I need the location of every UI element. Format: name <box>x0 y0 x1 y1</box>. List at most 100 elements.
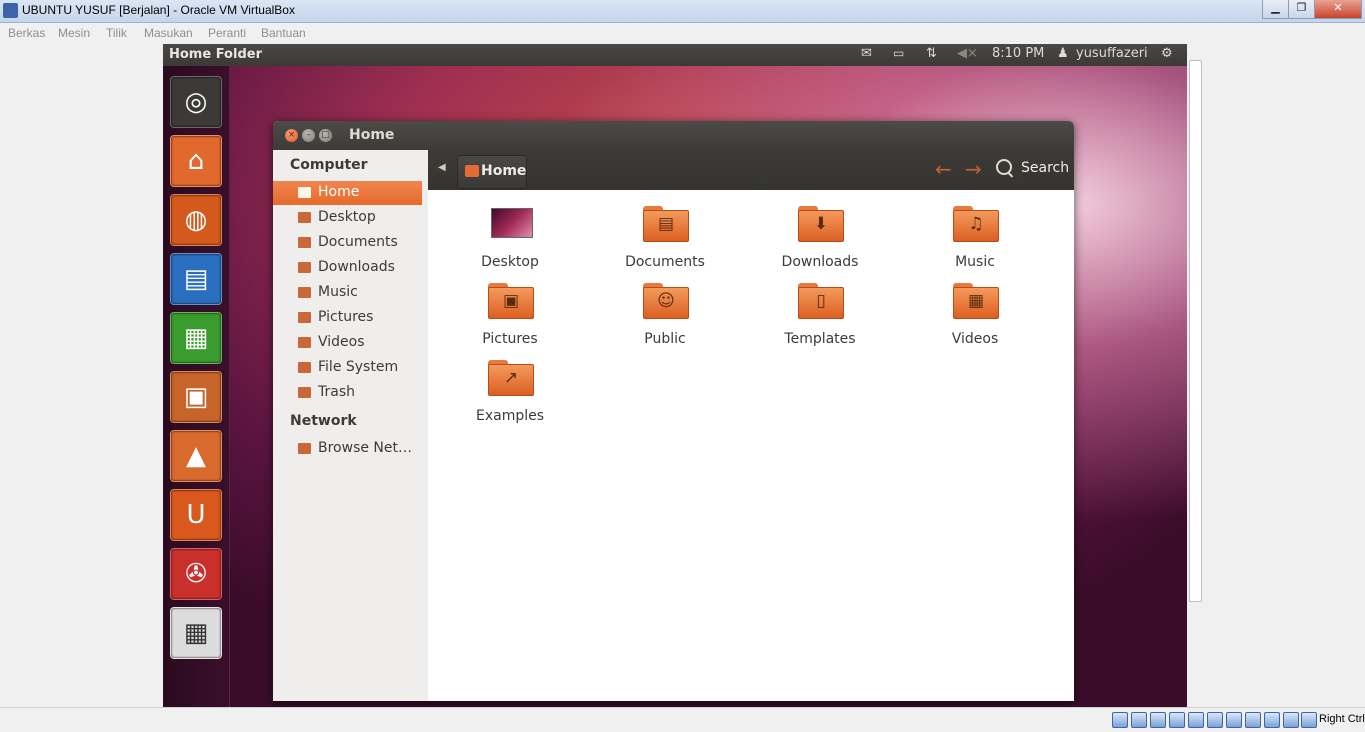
file-item-public[interactable]: ☺ Public <box>600 283 730 353</box>
optical-drive-icon[interactable] <box>1131 712 1147 728</box>
host-key-label: Right Ctrl <box>1319 713 1365 725</box>
cpu-icon[interactable] <box>1245 712 1261 728</box>
file-item-pictures[interactable]: ▣ Pictures <box>445 283 575 353</box>
path-button-home[interactable]: Home <box>457 155 527 189</box>
launcher-firefox-button[interactable]: ◍ <box>170 194 222 246</box>
file-item-templates[interactable]: ▯ Templates <box>755 283 885 353</box>
usb-icon[interactable] <box>1150 712 1166 728</box>
file-item-documents[interactable]: ▤ Documents <box>600 206 730 276</box>
window-minimize-button[interactable]: – <box>302 129 315 142</box>
documents-icon <box>298 237 311 248</box>
file-system-icon <box>298 362 311 373</box>
sidebar-item-label: Downloads <box>318 259 395 275</box>
launcher-dash-home-button[interactable]: ◎ <box>170 76 222 128</box>
launcher-home-folder-button[interactable]: ⌂ <box>170 135 222 187</box>
launcher-workspace-switcher-button[interactable]: ▦ <box>170 607 222 659</box>
sidebar-item-file-system[interactable]: File System <box>273 356 422 380</box>
panel-username[interactable]: yusuffazeri <box>1076 46 1148 61</box>
host-key-icon[interactable] <box>1301 712 1317 728</box>
window-close-button[interactable]: × <box>285 129 298 142</box>
mouse-integration-icon[interactable] <box>1264 712 1280 728</box>
volume-muted-icon[interactable]: ◀× <box>957 46 978 61</box>
mail-icon[interactable]: ✉ <box>861 46 872 61</box>
guest-screen[interactable]: Home Folder ✉ ▭ ⇅ ◀× 8:10 PM ♟ yusuffaze… <box>163 44 1187 707</box>
file-item-label: Desktop <box>481 254 539 270</box>
host-close-button[interactable]: ✕ <box>1314 0 1362 19</box>
folder-emblem: ▦ <box>967 291 985 311</box>
network-icon[interactable]: ⇅ <box>926 46 937 61</box>
folder-emblem: ▣ <box>502 291 520 311</box>
launcher-libreoffice-writer-button[interactable]: ▤ <box>170 253 222 305</box>
host-minimize-button[interactable]: ▁ <box>1262 0 1289 19</box>
home-icon <box>298 187 311 198</box>
launcher-ubuntu-one-button[interactable]: U <box>170 489 222 541</box>
sidebar-item-label: Trash <box>318 384 355 400</box>
sidebar-item-downloads[interactable]: Downloads <box>273 256 422 280</box>
display-icon[interactable] <box>1207 712 1223 728</box>
sidebar-item-videos[interactable]: Videos <box>273 331 422 355</box>
sidebar-item-label: Home <box>318 184 360 200</box>
menu-peranti[interactable]: Peranti <box>208 26 246 40</box>
sidebar-item-label: Documents <box>318 234 398 250</box>
menu-masukan[interactable]: Masukan <box>144 26 193 40</box>
file-item-downloads[interactable]: ⬇ Downloads <box>755 206 885 276</box>
menu-tilik[interactable]: Tilik <box>106 26 127 40</box>
trash-icon <box>298 387 311 398</box>
sidebar-item-music[interactable]: Music <box>273 281 422 305</box>
file-item-examples[interactable]: ↗ Examples <box>445 360 575 430</box>
shared-folder-icon[interactable] <box>1188 712 1204 728</box>
window-title-bar[interactable]: × – □ Home <box>273 121 1074 150</box>
sidebar-item-home[interactable]: Home <box>273 181 422 205</box>
host-vertical-scrollbar[interactable] <box>1187 44 1203 707</box>
file-item-label: Public <box>644 331 686 347</box>
file-item-label: Pictures <box>482 331 538 347</box>
launcher-software-center-button[interactable]: ▲ <box>170 430 222 482</box>
battery-icon[interactable]: ▭ <box>893 46 904 60</box>
toolbar: ◀ Home ← → Search <box>428 150 1074 190</box>
search-icon[interactable] <box>996 159 1012 175</box>
menu-mesin[interactable]: Mesin <box>58 26 90 40</box>
file-view[interactable]: Desktop ▤ Documents ⬇ Downloads ♫ Music ▣ Pictur… <box>428 190 1074 701</box>
sidebar-item-desktop[interactable]: Desktop <box>273 206 422 230</box>
firefox-icon: ◍ <box>184 205 208 235</box>
launcher-libreoffice-calc-button[interactable]: ▦ <box>170 312 222 364</box>
sidebar-item-browse-network[interactable]: Browse Net… <box>273 437 422 461</box>
launcher-libreoffice-impress-button[interactable]: ▣ <box>170 371 222 423</box>
sidebar-item-label: Music <box>318 284 358 300</box>
panel-title: Home Folder <box>169 47 262 62</box>
sidebar-item-trash[interactable]: Trash <box>273 381 422 405</box>
desktop-icon <box>298 212 311 223</box>
keyboard-icon[interactable] <box>1283 712 1299 728</box>
file-item-music[interactable]: ♫ Music <box>910 206 1040 276</box>
network-icon <box>298 443 311 454</box>
video-capture-icon[interactable] <box>1226 712 1242 728</box>
file-item-videos[interactable]: ▦ Videos <box>910 283 1040 353</box>
home-folder-icon: ⌂ <box>187 146 205 176</box>
pictures-folder-icon: ▣ <box>488 283 534 319</box>
network-adapter-icon[interactable] <box>1169 712 1185 728</box>
sidebar-item-pictures[interactable]: Pictures <box>273 306 422 330</box>
back-arrow-icon[interactable]: ← <box>935 157 952 181</box>
menu-bantuan[interactable]: Bantuan <box>261 26 306 40</box>
host-maximize-button[interactable]: ❐ <box>1288 0 1315 19</box>
panel-clock[interactable]: 8:10 PM <box>992 46 1044 61</box>
scrollbar-thumb[interactable] <box>1189 60 1202 602</box>
gear-icon[interactable]: ⚙ <box>1161 46 1173 61</box>
top-panel: Home Folder ✉ ▭ ⇅ ◀× 8:10 PM ♟ yusuffaze… <box>163 44 1187 66</box>
sidebar-item-label: Browse Net… <box>318 440 413 456</box>
music-folder-icon: ♫ <box>953 206 999 242</box>
path-left-arrow-icon[interactable]: ◀ <box>438 162 446 173</box>
window-maximize-button[interactable]: □ <box>319 129 332 142</box>
documents-folder-icon: ▤ <box>643 206 689 242</box>
search-button-label[interactable]: Search <box>1021 160 1069 176</box>
menu-berkas[interactable]: Berkas <box>8 26 45 40</box>
unity-launcher: ◎ ⌂ ◍ ▤ ▦ ▣ ▲ U ✇ ▦ <box>163 66 230 707</box>
sidebar-item-documents[interactable]: Documents <box>273 231 422 255</box>
file-item-label: Templates <box>784 331 856 347</box>
launcher-system-settings-button[interactable]: ✇ <box>170 548 222 600</box>
forward-arrow-icon[interactable]: → <box>965 157 982 181</box>
hard-disk-icon[interactable] <box>1112 712 1128 728</box>
folder-emblem: ☺ <box>657 291 675 311</box>
nautilus-window[interactable]: × – □ Home Computer Home Desktop Documents… <box>273 121 1074 701</box>
file-item-desktop[interactable]: Desktop <box>445 206 575 276</box>
